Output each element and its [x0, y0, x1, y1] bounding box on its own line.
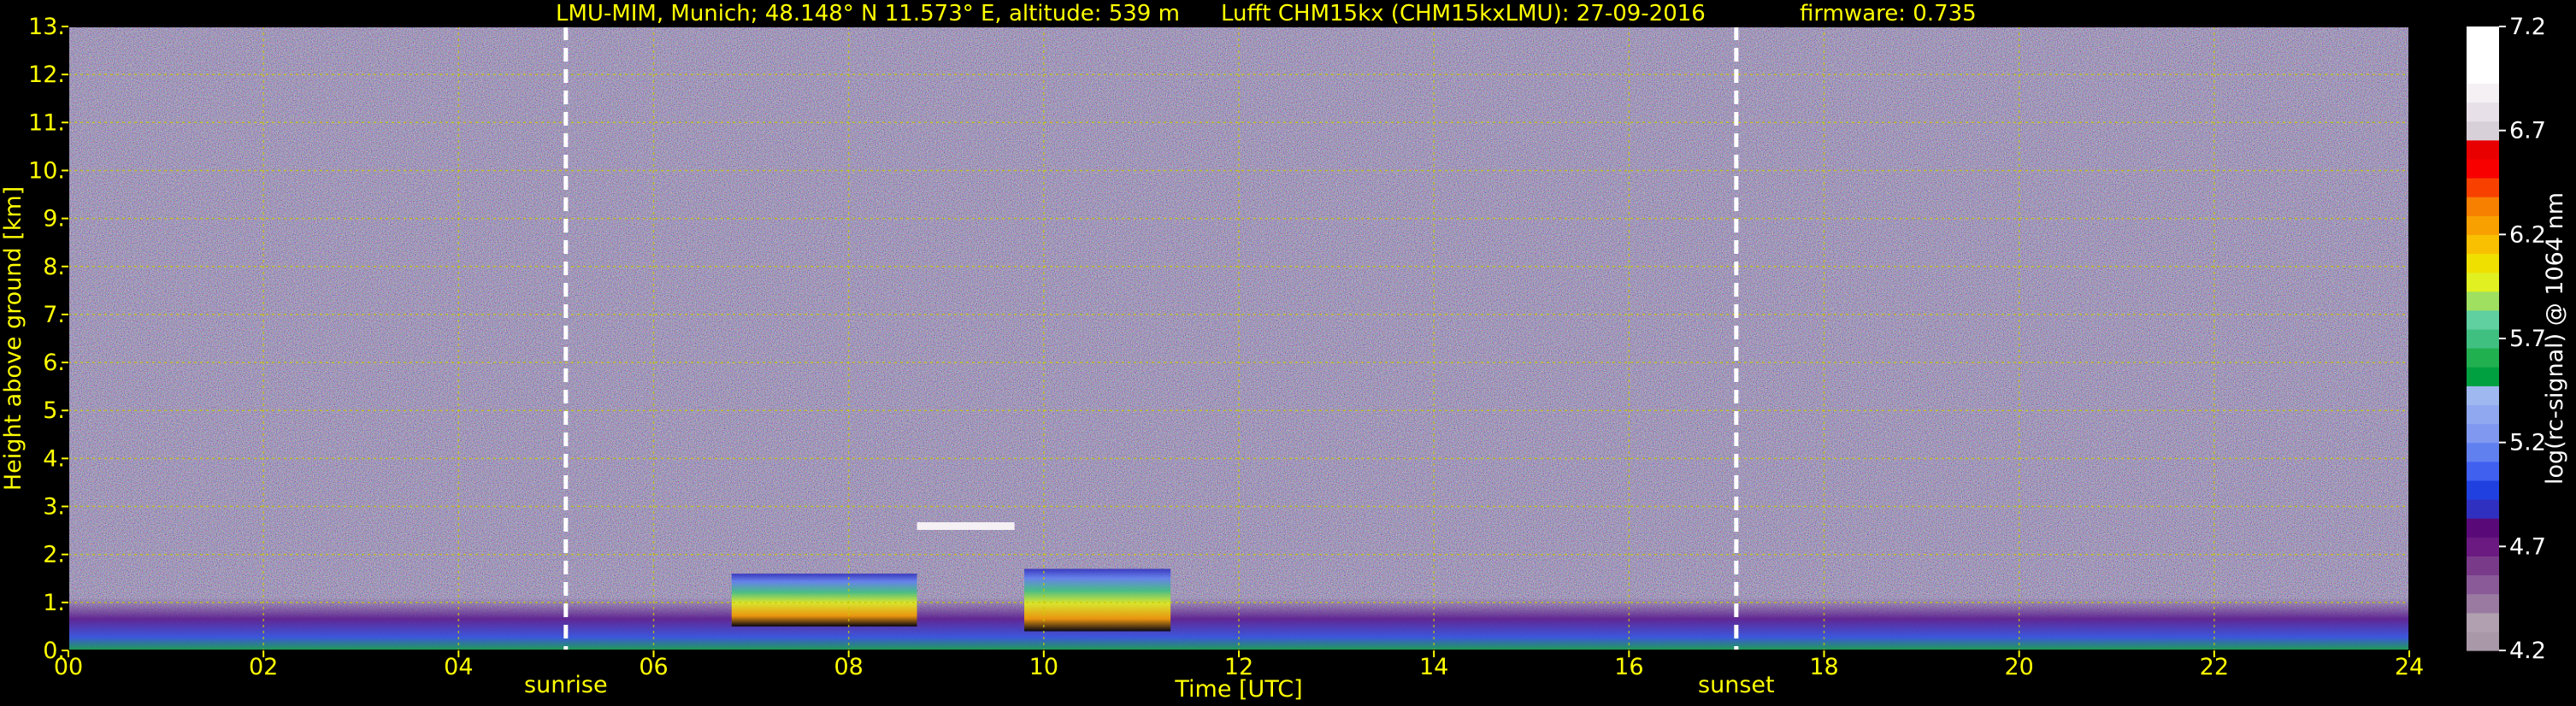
y-tick-label-2: 2.: [43, 542, 65, 568]
colorbar-segment-21: [2467, 234, 2499, 255]
colorbar-segment-15: [2467, 348, 2499, 368]
y-tick-label-13: 13.: [28, 14, 65, 40]
colorbar-segment-22: [2467, 215, 2499, 235]
colorbar-segment-7: [2467, 499, 2499, 519]
colorbar-segment-14: [2467, 367, 2499, 386]
colorbar-segment-3: [2467, 574, 2499, 595]
colorbar-segment-28: [2467, 102, 2499, 122]
header-site: LMU-MIM, Munich; 48.148° N 11.573° E, al…: [556, 1, 1180, 26]
header-firmware: firmware: 0.735: [1800, 1, 1977, 26]
y-tick-label-11: 11.: [28, 109, 65, 136]
aerosol-plume-1: [731, 574, 917, 627]
colorbar-segment-16: [2467, 328, 2499, 349]
y-tick-label-5: 5.: [43, 397, 65, 424]
colorbar-segment-19: [2467, 272, 2499, 292]
y-tick-label-0: 0.: [43, 638, 65, 664]
y-tick-label-3: 3.: [43, 494, 65, 521]
colorbar: [2467, 26, 2499, 651]
x-tick-label-9: 18: [1809, 654, 1838, 680]
colorbar-segment-5: [2467, 537, 2499, 556]
x-tick-label-5: 10: [1029, 654, 1058, 680]
colorbar-tick-label-1: 6.7: [2509, 118, 2546, 144]
y-tick-label-6: 6.: [43, 350, 65, 376]
colorbar-segment-29: [2467, 83, 2499, 103]
aerosol-plume-2: [1024, 568, 1171, 632]
colorbar-segment-27: [2467, 121, 2499, 141]
cloud-layer-3: [917, 522, 1015, 530]
colorbar-ticks: 7.2 6.7 6.2 5.7 5.2 4.7 4.2: [2499, 14, 2546, 664]
colorbar-tick-label-4: 5.2: [2509, 430, 2546, 456]
colorbar-tick-label-0: 7.2: [2509, 14, 2546, 40]
marker-label-sunrise: sunrise: [524, 672, 608, 698]
colorbar-segment-10: [2467, 442, 2499, 462]
colorbar-segment-1: [2467, 612, 2499, 632]
x-tick-label-4: 08: [834, 654, 863, 680]
colorbar-segment-26: [2467, 139, 2499, 160]
x-axis-label: Time [UTC]: [1174, 676, 1302, 703]
y-tick-label-10: 10.: [28, 157, 65, 184]
y-axis-label: Height above ground [km]: [0, 186, 27, 491]
boundary-layer-0: [68, 597, 2409, 650]
y-tick-label-12: 12.: [28, 62, 65, 88]
x-tick-label-2: 04: [444, 654, 473, 680]
colorbar-segment-25: [2467, 158, 2499, 179]
colorbar-tick-label-3: 5.7: [2509, 326, 2546, 352]
colorbar-segment-9: [2467, 461, 2499, 481]
colorbar-segment-6: [2467, 518, 2499, 538]
colorbar-segment-4: [2467, 556, 2499, 576]
y-tick-label-1: 1.: [43, 590, 65, 616]
y-tick-label-8: 8.: [43, 254, 65, 280]
colorbar-segment-24: [2467, 177, 2499, 197]
y-tick-label-7: 7.: [43, 302, 65, 328]
x-tick-label-12: 24: [2395, 654, 2424, 680]
x-tick-label-7: 14: [1419, 654, 1448, 680]
colorbar-segment-23: [2467, 197, 2499, 216]
colorbar-segment-0: [2467, 631, 2499, 651]
header-instrument: Lufft CHM15kx (CHM15kxLMU): 27-09-2016: [1221, 1, 1706, 26]
x-tick-label-10: 20: [2004, 654, 2033, 680]
colorbar-tick-label-6: 4.2: [2509, 638, 2546, 664]
plot-area: [68, 26, 2410, 651]
colorbar-label: log(rc-signal) @ 1064 nm: [2542, 192, 2568, 485]
colorbar-segment-11: [2467, 423, 2499, 444]
colorbar-segment-12: [2467, 404, 2499, 425]
x-tick-label-1: 02: [249, 654, 278, 680]
colorbar-segment-13: [2467, 385, 2499, 406]
y-tick-label-9: 9.: [43, 206, 65, 232]
colorbar-segment-31: [2467, 45, 2499, 65]
colorbar-segment-17: [2467, 309, 2499, 330]
marker-label-sunset: sunset: [1698, 672, 1775, 698]
x-tick-label-8: 16: [1614, 654, 1643, 680]
x-tick-label-11: 22: [2200, 654, 2229, 680]
colorbar-tick-label-5: 4.7: [2509, 533, 2546, 560]
colorbar-segment-8: [2467, 479, 2499, 500]
colorbar-segment-2: [2467, 593, 2499, 614]
x-tick-label-3: 06: [639, 654, 668, 680]
colorbar-segment-30: [2467, 64, 2499, 84]
colorbar-tick-label-2: 6.2: [2509, 221, 2546, 248]
colorbar-segment-18: [2467, 291, 2499, 311]
colorbar-segment-20: [2467, 253, 2499, 274]
y-axis-ticks: 0. 1. 2. 3. 4. 5. 6. 7. 8. 9. 10. 11. 12. 13.: [28, 14, 68, 664]
y-tick-label-4: 4.: [43, 445, 65, 472]
ceilometer-figure: LMU-MIM, Munich; 48.148° N 11.573° E, al…: [0, 1, 2568, 703]
colorbar-segment-32: [2467, 26, 2499, 46]
